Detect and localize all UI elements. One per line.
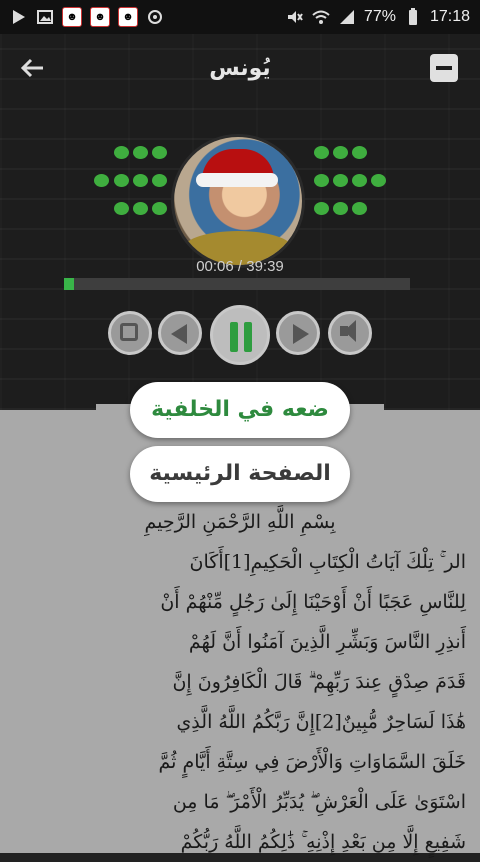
eq-dot <box>333 174 348 187</box>
verse-line: اسْتَوَىٰ عَلَى الْعَرْشِ ۖ يُدَبِّرُ ال… <box>172 791 466 813</box>
volume-icon <box>340 320 356 342</box>
progress-bar[interactable] <box>64 278 410 290</box>
eq-dot <box>352 174 367 187</box>
progress-fill <box>64 278 74 290</box>
player-controls <box>102 305 378 367</box>
equalizer-right <box>308 142 398 222</box>
player-panel: يُونس 00:06 / 39:39 <box>0 34 480 444</box>
home-button[interactable]: الصفحة الرئيسية <box>130 446 350 502</box>
clock: 17:18 <box>429 8 470 25</box>
verse-line: خَلَقَ السَّمَاوَاتِ وَالْأَرْضَ فِي سِت… <box>158 751 467 773</box>
eq-dot <box>314 174 329 187</box>
eq-dot <box>133 174 148 187</box>
eq-dot <box>333 146 348 159</box>
status-bar: ☻ ☻ ☻ 77% 17:18 <box>0 0 480 34</box>
time-readout: 00:06 / 39:39 <box>196 258 284 275</box>
battery-percent: 77% <box>363 8 396 25</box>
minimize-icon[interactable] <box>430 54 458 82</box>
volume-button[interactable] <box>328 311 372 355</box>
app-icon: ☻ <box>118 7 138 27</box>
reciter-avatar <box>171 134 305 268</box>
equalizer-left <box>88 142 168 222</box>
next-icon <box>293 324 309 344</box>
background-play-button[interactable]: ضعه في الخلفية <box>130 382 350 438</box>
eq-dot <box>371 174 386 187</box>
sync-icon <box>146 8 164 26</box>
wifi-icon <box>312 8 330 26</box>
play-store-icon <box>10 8 28 26</box>
image-icon <box>36 8 54 26</box>
eq-dot <box>333 202 348 215</box>
repeat-icon <box>120 323 138 341</box>
eq-dot <box>114 146 129 159</box>
repeat-button[interactable] <box>108 311 152 355</box>
eq-dot <box>352 146 367 159</box>
verse-line: قَدَمَ صِدْقٍ عِندَ رَبِّهِمْ ۗ قَالَ ال… <box>172 671 466 693</box>
eq-dot <box>152 174 167 187</box>
eq-dot <box>114 174 129 187</box>
eq-dot <box>352 202 367 215</box>
status-right: 77% 17:18 <box>286 8 470 26</box>
eq-dot <box>94 174 109 187</box>
verse-line: شَفِيعٍ إِلَّا مِن بَعْدِ إِذْنِهِ ۚ ذَٰ… <box>180 831 466 853</box>
pause-icon <box>230 322 252 352</box>
eq-dot <box>114 202 129 215</box>
verse-line: الر ۚ تِلْكَ آيَاتُ الْكِتَابِ الْحَكِيم… <box>189 551 466 573</box>
pause-button[interactable] <box>210 305 270 365</box>
eq-dot <box>314 202 329 215</box>
verse-line: لِلنَّاسِ عَجَبًا أَنْ أَوْحَيْنَا إِلَى… <box>160 591 466 613</box>
previous-icon <box>171 324 187 344</box>
page-title: يُونس <box>209 56 271 81</box>
verse-line: أَنذِرِ النَّاسَ وَبَشِّرِ الَّذِينَ آمَ… <box>188 631 466 653</box>
app-icon: ☻ <box>62 7 82 27</box>
verses-text: بِسْمِ اللَّهِ الرَّحْمَنِ الرَّحِيمِ ال… <box>14 502 466 862</box>
avatar-band <box>196 173 278 187</box>
mute-icon <box>286 8 304 26</box>
next-button[interactable] <box>276 311 320 355</box>
eq-dot <box>314 146 329 159</box>
eq-dot <box>152 146 167 159</box>
eq-dot <box>133 146 148 159</box>
eq-dot <box>133 202 148 215</box>
verse-line: هَٰذَا لَسَاحِرٌ مُّبِينٌ[2]إِنَّ رَبَّك… <box>176 711 466 733</box>
battery-icon <box>404 8 422 26</box>
app-bar: يُونس <box>0 34 480 104</box>
basmala: بِسْمِ اللَّهِ الرَّحْمَنِ الرَّحِيمِ <box>144 511 336 533</box>
status-left: ☻ ☻ ☻ <box>10 7 164 27</box>
app-icon: ☻ <box>90 7 110 27</box>
previous-button[interactable] <box>158 311 202 355</box>
signal-icon <box>338 8 356 26</box>
eq-dot <box>152 202 167 215</box>
